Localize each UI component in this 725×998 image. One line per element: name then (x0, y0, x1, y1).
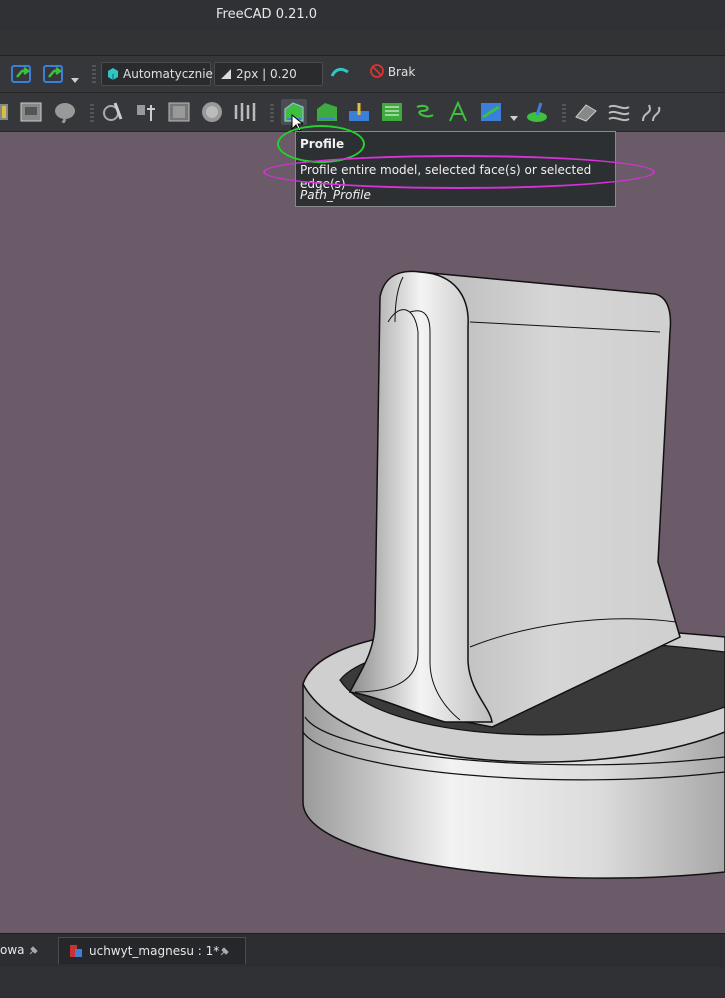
freecad-doc-icon (70, 945, 82, 957)
face-icon[interactable] (380, 101, 404, 127)
view-toolbar: Automatycznie 2px | 0.20 mm Brak (0, 56, 725, 103)
drill-icon[interactable] (232, 101, 256, 127)
toolbar-grip[interactable] (90, 104, 94, 122)
cube-icon (108, 68, 118, 80)
simple-copy-icon[interactable] (639, 101, 663, 127)
3d-pocket-icon[interactable] (479, 101, 503, 127)
drilling-icon[interactable] (347, 101, 371, 127)
dressup-icon[interactable] (574, 101, 598, 127)
toolbar-grip[interactable] (562, 104, 566, 122)
line-style-select[interactable]: 2px | 0.20 mm (214, 62, 323, 103)
macro-icon[interactable] (42, 63, 66, 89)
tooltip-command: Path_Profile (300, 188, 371, 202)
no-entry-icon (370, 64, 384, 78)
chevron-down-icon[interactable] (509, 108, 519, 127)
array-icon[interactable] (607, 101, 631, 127)
tab-document-1[interactable]: owa (0, 937, 50, 963)
title-bar: FreeCAD 0.21.0 (0, 0, 725, 30)
redo-icon[interactable] (10, 63, 34, 89)
tab-document-2[interactable]: uchwyt_magnesu : 1* (58, 937, 246, 964)
shape-icon[interactable] (200, 101, 224, 127)
pin-icon[interactable] (28, 944, 40, 956)
model-render (302, 270, 725, 879)
toolbar-grip[interactable] (92, 65, 96, 83)
description-highlight-ring (263, 155, 655, 189)
probe-icon[interactable] (525, 101, 549, 127)
path-post-icon[interactable] (19, 101, 43, 127)
chevron-down-icon[interactable] (70, 70, 80, 89)
snap-none-button[interactable]: Brak (370, 64, 415, 79)
tool-controller-icon[interactable] (133, 101, 157, 127)
stock-icon[interactable] (167, 101, 191, 127)
path-job-icon[interactable] (0, 102, 10, 126)
engrave-icon[interactable] (446, 100, 470, 127)
pin-icon[interactable] (219, 945, 231, 957)
toolbar-grip[interactable] (270, 104, 274, 122)
draw-style-select[interactable]: Automatycznie (101, 62, 213, 86)
status-bar (0, 967, 725, 997)
pocket-shape-icon[interactable] (315, 101, 339, 127)
path-inspect-icon[interactable] (53, 101, 77, 127)
snap-icon[interactable] (330, 64, 350, 86)
path-toolbar (0, 93, 725, 132)
line-width-icon (221, 69, 231, 79)
tool-bit-icon[interactable] (101, 101, 125, 127)
helix-icon[interactable] (413, 101, 437, 127)
3d-viewport[interactable] (0, 132, 725, 933)
menu-bar (0, 30, 725, 56)
window-title: FreeCAD 0.21.0 (216, 7, 318, 22)
